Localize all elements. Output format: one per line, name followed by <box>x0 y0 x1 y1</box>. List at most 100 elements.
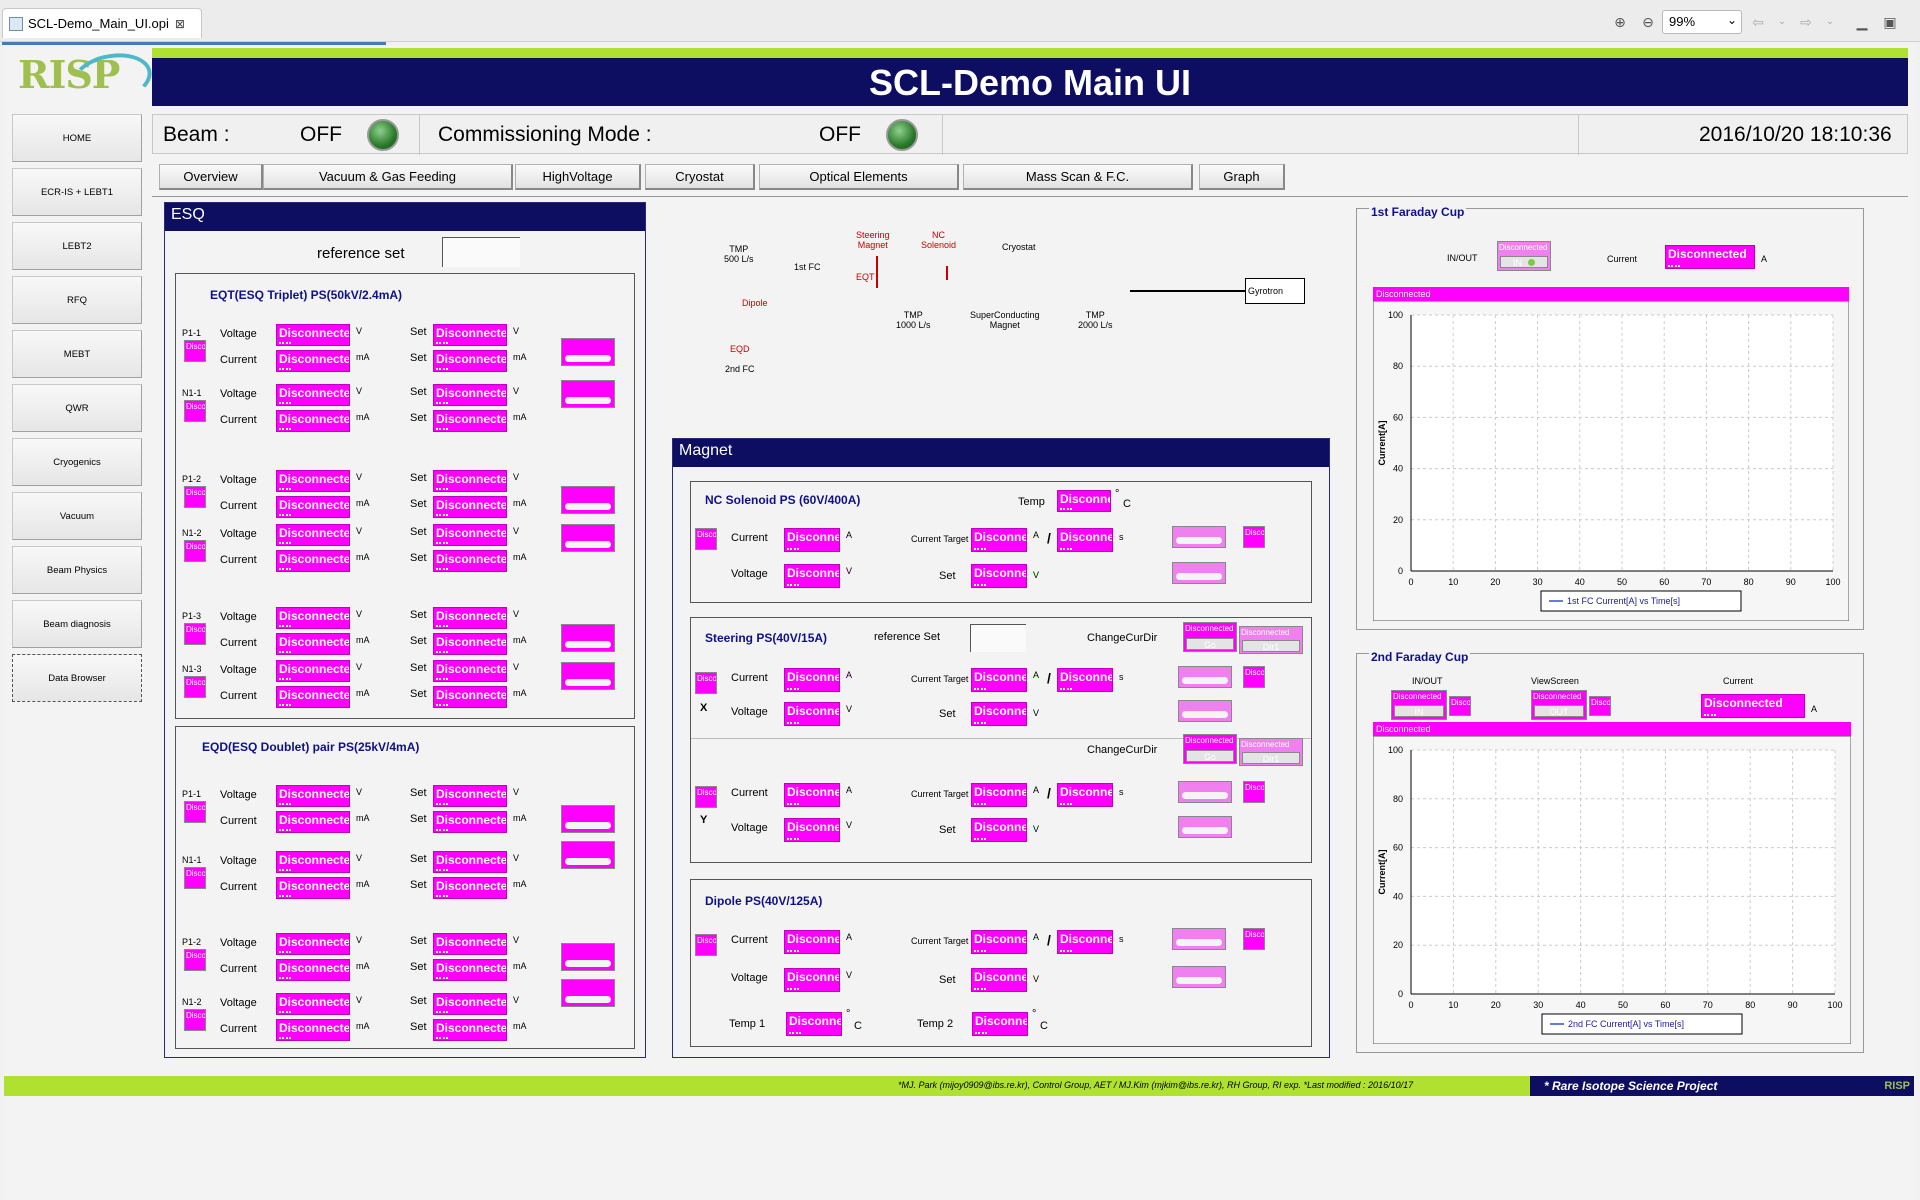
view-tab[interactable]: Optical Elements <box>759 164 959 190</box>
output-toggle[interactable] <box>561 380 615 408</box>
output-toggle[interactable] <box>561 943 615 971</box>
setpoint-field[interactable]: Disconnected <box>433 496 507 518</box>
ramp-time-field[interactable]: Disconnected <box>1057 783 1113 807</box>
nav-button[interactable]: LEBT2 <box>12 222 142 270</box>
go-button[interactable]: Go <box>1186 750 1234 762</box>
setpoint-field[interactable]: Disconnected <box>971 702 1027 726</box>
nav-button[interactable]: Vacuum <box>12 492 142 540</box>
dir1-button[interactable]: Dir1 <box>1242 640 1300 652</box>
output-toggle[interactable] <box>1172 966 1226 988</box>
output-toggle[interactable] <box>561 841 615 869</box>
nav-button[interactable]: QWR <box>12 384 142 432</box>
maximize-icon[interactable]: ▣ <box>1880 12 1900 32</box>
minimize-icon[interactable]: ▁ <box>1852 12 1872 32</box>
nav-button[interactable]: HOME <box>12 114 142 162</box>
steering-ref-set-input[interactable] <box>970 624 1026 652</box>
nav-button[interactable]: MEBT <box>12 330 142 378</box>
setpoint-field[interactable]: Disconnected <box>433 851 507 873</box>
setpoint-field[interactable]: Disconnected <box>433 384 507 406</box>
ramp-time-field[interactable]: Disconnected <box>1057 930 1113 954</box>
current-target-field[interactable]: Disconnected <box>971 930 1027 954</box>
output-toggle[interactable] <box>1178 781 1232 803</box>
current-target-field[interactable]: Disconnected <box>971 783 1027 807</box>
fc1-in-button[interactable]: IN <box>1500 256 1548 268</box>
nav-button[interactable]: Beam diagnosis <box>12 600 142 648</box>
reference-set-input[interactable] <box>442 237 520 267</box>
fc2-current-unit: A <box>1811 704 1818 714</box>
unit-label: s <box>1119 787 1124 797</box>
readback-field: Disconnected <box>276 384 350 406</box>
readback-field: Disconnected <box>784 702 840 726</box>
setpoint-field[interactable]: Disconnected <box>433 607 507 629</box>
setpoint-field[interactable]: Disconnected <box>433 959 507 981</box>
y-tick-label: 80 <box>1393 794 1403 804</box>
ramp-time-field[interactable]: Disconnected <box>1057 528 1113 552</box>
fc1-inout-label: IN/OUT <box>1447 253 1478 263</box>
output-toggle[interactable] <box>1172 928 1226 950</box>
view-tab[interactable]: HighVoltage <box>515 164 641 190</box>
setpoint-field[interactable]: Disconnected <box>433 410 507 432</box>
setpoint-field[interactable]: Disconnected <box>971 818 1027 842</box>
file-tab[interactable]: SCL-Demo_Main_UI.opi ⊠ <box>2 8 202 38</box>
ramp-time-field[interactable]: Disconnected <box>1057 668 1113 692</box>
setpoint-field[interactable]: Disconnected <box>433 350 507 372</box>
output-toggle[interactable] <box>561 662 615 690</box>
setpoint-field[interactable]: Disconnected <box>433 660 507 682</box>
setpoint-field[interactable]: Disconnected <box>433 524 507 546</box>
setpoint-field[interactable]: Disconnected <box>971 564 1027 588</box>
setpoint-field[interactable]: Disconnected <box>433 686 507 708</box>
nav-button[interactable]: Cryogenics <box>12 438 142 486</box>
output-toggle[interactable] <box>561 805 615 833</box>
output-toggle[interactable] <box>1172 526 1226 548</box>
back-icon[interactable]: ⇦ <box>1748 12 1768 32</box>
setpoint-field[interactable]: Disconnected <box>433 1019 507 1041</box>
fc2-inout-led: Disco <box>1449 696 1471 716</box>
setpoint-field[interactable]: Disconnected <box>433 633 507 655</box>
output-toggle[interactable] <box>561 624 615 652</box>
zoom-in-icon[interactable]: ⊕ <box>1610 12 1630 32</box>
view-tab[interactable]: Cryostat <box>645 164 755 190</box>
forward-icon[interactable]: ⇨ <box>1796 12 1816 32</box>
output-toggle[interactable] <box>561 979 615 1007</box>
view-tab[interactable]: Mass Scan & F.C. <box>963 164 1193 190</box>
setpoint-field[interactable]: Disconnected <box>433 324 507 346</box>
unit-label: V <box>513 662 520 672</box>
fc2-in-button[interactable]: IN <box>1394 705 1444 717</box>
close-tab-icon[interactable]: ⊠ <box>175 17 185 31</box>
setpoint-field[interactable]: Disconnected <box>433 785 507 807</box>
back-menu-icon[interactable]: ⌄ <box>1772 12 1792 32</box>
output-toggle[interactable] <box>1172 562 1226 584</box>
setpoint-field[interactable]: Disconnected <box>433 470 507 492</box>
nav-button[interactable]: Data Browser <box>12 654 142 702</box>
output-toggle[interactable] <box>1178 816 1232 838</box>
output-toggle[interactable] <box>561 338 615 366</box>
view-tab[interactable]: Vacuum & Gas Feeding <box>263 164 513 190</box>
zoom-out-icon[interactable]: ⊖ <box>1638 12 1658 32</box>
view-tab[interactable]: Graph <box>1199 164 1285 190</box>
nav-button[interactable]: RFQ <box>12 276 142 324</box>
dir1-button[interactable]: Dir1 <box>1242 752 1300 764</box>
setpoint-field[interactable]: Disconnected <box>433 811 507 833</box>
forward-menu-icon[interactable]: ⌄ <box>1820 12 1840 32</box>
setpoint-field[interactable]: Disconnected <box>433 877 507 899</box>
output-toggle[interactable] <box>561 524 615 552</box>
setpoint-field[interactable]: Disconnected <box>433 550 507 572</box>
go-button[interactable]: Go <box>1186 638 1234 650</box>
divider <box>942 115 943 155</box>
current-target-field[interactable]: Disconnected <box>971 668 1027 692</box>
y-axis-label: Current[A] <box>1377 850 1387 895</box>
setpoint-field[interactable]: Disconnected <box>971 968 1027 992</box>
zoom-select[interactable]: 99% ⌄ <box>1662 10 1742 34</box>
nav-button[interactable]: ECR-IS + LEBT1 <box>12 168 142 216</box>
output-toggle[interactable] <box>1178 700 1232 722</box>
setpoint-field[interactable]: Disconnected <box>433 993 507 1015</box>
beamline <box>1130 290 1246 292</box>
viewscreen-out-button[interactable]: OUT <box>1534 705 1584 717</box>
nav-button[interactable]: Beam Physics <box>12 546 142 594</box>
output-toggle[interactable] <box>1178 666 1232 688</box>
setpoint-field[interactable]: Disconnected <box>433 933 507 955</box>
output-toggle[interactable] <box>561 486 615 514</box>
output-status-led: Disco <box>184 486 206 508</box>
view-tab[interactable]: Overview <box>159 164 263 190</box>
current-target-field[interactable]: Disconnected <box>971 528 1027 552</box>
